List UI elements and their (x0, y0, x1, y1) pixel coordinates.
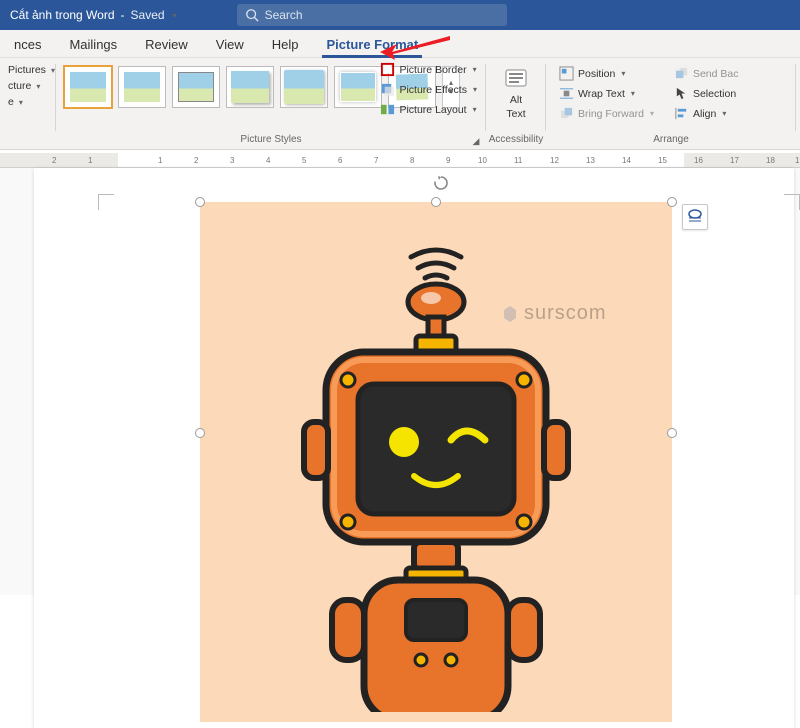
forward-icon (559, 106, 574, 121)
send-backward-button[interactable]: Send Bac (671, 64, 742, 83)
align-icon (674, 106, 689, 121)
group-accessibility: Alt Text Accessibility (486, 58, 546, 149)
title-separator: - (121, 8, 125, 22)
wrap-text-button[interactable]: Wrap Text▾ (556, 84, 657, 103)
selection-handle-w[interactable] (195, 428, 205, 438)
backward-icon (674, 66, 689, 81)
save-status-chevron-icon[interactable]: ▾ (173, 11, 177, 20)
tab-review[interactable]: Review (131, 32, 202, 57)
selection-handle-ne[interactable] (667, 197, 677, 207)
robot-illustration (256, 232, 616, 712)
reset-picture-button[interactable]: cture▾ (6, 78, 50, 94)
compress-button[interactable]: e▾ (6, 94, 50, 110)
selection-handle-nw[interactable] (195, 197, 205, 207)
group-picture-styles: ▴▾ Picture Border▾ Picture Effects▾ Pict… (56, 58, 486, 149)
layout-icon (380, 102, 395, 117)
ribbon-toolbar: Pictures▾ cture▾ e▾ ▴▾ Picture Border▾ P… (0, 58, 800, 150)
title-bar: Cắt ảnh trong Word - Saved ▾ Search (0, 0, 800, 30)
alt-text-button[interactable]: Alt Text (499, 62, 533, 124)
style-thumb-1[interactable] (64, 66, 112, 108)
selection-handle-e[interactable] (667, 428, 677, 438)
picture-border-button[interactable]: Picture Border▾ (377, 60, 480, 79)
position-icon (559, 66, 574, 81)
border-icon (380, 62, 395, 77)
group-adjust: Pictures▾ cture▾ e▾ (0, 58, 56, 149)
tab-view[interactable]: View (202, 32, 258, 57)
position-button[interactable]: Position▾ (556, 64, 657, 83)
save-status: Saved (131, 8, 165, 22)
search-placeholder: Search (265, 8, 303, 22)
tab-references[interactable]: nces (0, 32, 55, 57)
layout-options-button[interactable] (682, 204, 708, 230)
rotate-handle[interactable] (432, 174, 450, 192)
document-canvas[interactable]: surscom (0, 168, 800, 595)
selection-pane-button[interactable]: Selection (671, 84, 742, 103)
doc-name: Cắt ảnh trong Word (10, 8, 115, 22)
style-thumb-4[interactable] (226, 66, 274, 108)
group-label-arrange: Arrange (552, 134, 790, 147)
selection-handle-n[interactable] (431, 197, 441, 207)
picture-effects-button[interactable]: Picture Effects▾ (377, 80, 480, 99)
bring-forward-button[interactable]: Bring Forward▾ (556, 104, 657, 123)
wrap-icon (559, 86, 574, 101)
style-thumb-6[interactable] (334, 66, 382, 108)
style-thumb-5[interactable] (280, 66, 328, 108)
picture-layout-button[interactable]: Picture Layout▾ (377, 100, 480, 119)
style-thumb-3[interactable] (172, 66, 220, 108)
ribbon-tabs: nces Mailings Review View Help Picture F… (0, 30, 800, 58)
search-box[interactable]: Search (237, 4, 507, 26)
document-title: Cắt ảnh trong Word - Saved ▾ (0, 8, 187, 22)
page: surscom (34, 168, 794, 728)
change-picture-button[interactable]: Pictures▾ (6, 62, 50, 78)
margin-marker-tl (98, 194, 114, 210)
search-icon (245, 8, 259, 22)
pointer-arrow-icon (380, 32, 452, 60)
style-thumb-2[interactable] (118, 66, 166, 108)
selection-icon (674, 86, 689, 101)
tab-help[interactable]: Help (258, 32, 313, 57)
alt-text-icon (503, 66, 529, 92)
rotate-icon (432, 174, 450, 192)
styles-dialog-launcher[interactable]: ◢ (470, 135, 482, 147)
horizontal-ruler[interactable]: 2 1 1 2 3 4 5 6 7 8 9 10 11 12 13 14 15 … (0, 150, 800, 168)
effects-icon (380, 82, 395, 97)
layout-options-icon (687, 209, 703, 225)
tab-mailings[interactable]: Mailings (55, 32, 131, 57)
style-options: Picture Border▾ Picture Effects▾ Picture… (377, 60, 480, 119)
group-label-styles: Picture Styles (62, 134, 480, 147)
align-button[interactable]: Align▾ (671, 104, 742, 123)
inserted-picture[interactable]: surscom (200, 202, 672, 722)
group-arrange: Position▾ Wrap Text▾ Bring Forward▾ Send… (546, 58, 796, 149)
group-label-accessibility: Accessibility (489, 134, 543, 147)
margin-marker-tr (784, 194, 800, 210)
